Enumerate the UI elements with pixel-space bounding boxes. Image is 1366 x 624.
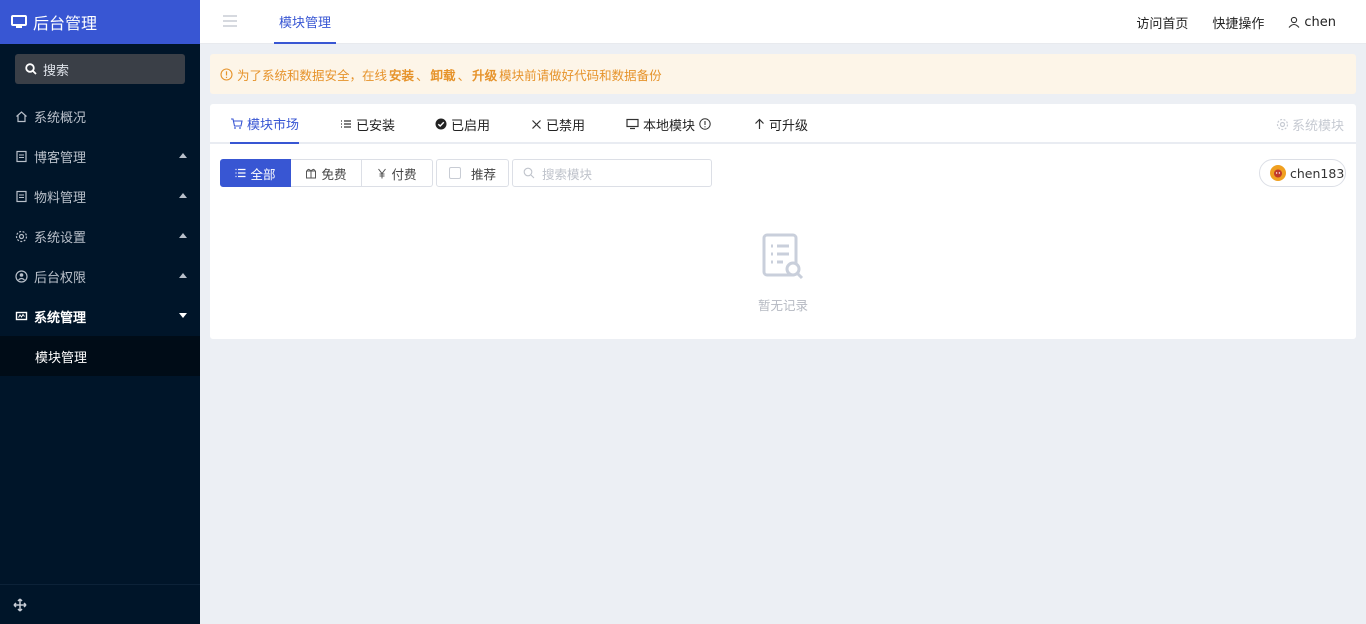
filter-all-label: 全部 — [250, 166, 276, 182]
hamburger-icon[interactable] — [222, 14, 238, 28]
gear-icon — [15, 230, 28, 242]
username: chen — [1304, 14, 1336, 30]
tab-enabled[interactable]: 已启用 — [435, 104, 490, 144]
alert-suffix: 模块前请做好代码和数据备份 — [499, 67, 662, 83]
sidebar-item-settings[interactable]: 系统设置 — [0, 216, 200, 256]
sidebar-item-label: 后台权限 — [34, 270, 87, 286]
brand-title: 后台管理 — [33, 14, 98, 33]
empty-text: 暂无记录 — [757, 298, 808, 313]
system-modules-label: 系统模块 — [1291, 118, 1344, 134]
sidebar-subitem-label: 模块管理 — [35, 350, 88, 366]
move-icon[interactable] — [13, 597, 27, 612]
cart-icon — [231, 117, 243, 129]
alert-upgrade: 升级 — [472, 67, 498, 83]
sidebar-item-label: 系统管理 — [34, 310, 87, 326]
list-icon — [341, 120, 351, 128]
avatar — [1270, 165, 1286, 181]
search-icon — [25, 63, 37, 75]
brand[interactable]: 后台管理 — [0, 0, 200, 44]
document-icon — [16, 150, 27, 162]
tab-label: 已禁用 — [546, 118, 586, 134]
tab-installed[interactable]: 已安装 — [340, 104, 395, 144]
info-circle-icon — [220, 67, 233, 81]
list-icon — [235, 168, 246, 178]
monitor-icon — [626, 118, 639, 130]
user-icon — [1288, 16, 1300, 28]
filter-free-label: 免费 — [321, 166, 347, 182]
chevron-up-icon — [179, 193, 187, 198]
alert-uninstall: 卸载 — [430, 67, 456, 83]
quick-ops-menu[interactable]: 快捷操作 — [1212, 13, 1264, 32]
user-menu[interactable]: chen — [1288, 15, 1336, 30]
checkbox-icon — [448, 167, 461, 179]
alert-install: 安装 — [389, 67, 415, 83]
warning-alert: 为了系统和数据安全，在线 安装、卸载、升级 模块前请做好代码和数据备份 — [210, 54, 1356, 94]
filter-all-button[interactable]: 全部 — [220, 159, 291, 187]
tab-label: 已安装 — [356, 118, 396, 134]
chevron-up-icon — [179, 153, 187, 158]
filter-toolbar: 全部 免费 付费 推荐 搜索模块 chen183 — [220, 159, 1346, 187]
sidebar-subitem-modules[interactable]: 模块管理 — [0, 336, 200, 376]
close-icon — [532, 119, 541, 129]
monitor-chart-icon — [15, 311, 28, 320]
filter-paid-label: 付费 — [391, 166, 417, 182]
visit-home-link[interactable]: 访问首页 — [1136, 13, 1188, 32]
system-modules-link[interactable]: 系统模块 — [1276, 104, 1344, 144]
sidebar-item-system[interactable]: 系统管理 — [0, 296, 200, 336]
tab-label: 已启用 — [451, 118, 491, 134]
alert-prefix: 为了系统和数据安全，在线 — [237, 67, 388, 83]
tab-label: 模块市场 — [247, 117, 300, 133]
arrow-up-icon — [755, 118, 764, 129]
empty-document-search-icon — [762, 233, 804, 280]
tab-module-management[interactable]: 模块管理 — [274, 0, 336, 44]
recommend-label: 推荐 — [470, 166, 496, 182]
sidebar: 后台管理 搜索 系统概况 博客管理 物料管理 系统设置 后台权限 系统管理 模块… — [0, 0, 200, 624]
module-tabs: 模块市场 已安装 已启用 已禁用 本地模块 可升级 系统模块 — [210, 104, 1356, 144]
alert-sep: 、 — [457, 67, 471, 83]
account-name: chen183 — [1290, 165, 1345, 181]
sidebar-item-label: 系统设置 — [34, 230, 87, 246]
chevron-up-icon — [179, 233, 187, 238]
account-chip[interactable]: chen183 — [1259, 159, 1346, 187]
tab-label: 可升级 — [769, 118, 809, 134]
tab-label: 本地模块 — [643, 118, 696, 134]
yen-icon — [378, 168, 387, 178]
filter-free-button[interactable]: 免费 — [291, 159, 362, 187]
alert-sep: 、 — [416, 67, 429, 83]
filter-paid-button[interactable]: 付费 — [362, 159, 433, 187]
home-icon — [16, 110, 27, 122]
tab-market[interactable]: 模块市场 — [230, 104, 299, 144]
sidebar-item-label: 系统概况 — [34, 110, 87, 126]
top-right-nav: 访问首页 快捷操作 chen — [1112, 0, 1336, 44]
tab-upgradable[interactable]: 可升级 — [754, 104, 808, 144]
info-circle-icon[interactable] — [699, 118, 711, 130]
chevron-up-icon — [179, 273, 187, 278]
check-circle-icon — [435, 118, 447, 130]
chevron-down-icon — [179, 313, 187, 318]
recommend-checkbox[interactable]: 推荐 — [436, 159, 509, 187]
document-icon — [16, 190, 27, 202]
monitor-icon — [11, 15, 27, 28]
module-search-placeholder: 搜索模块 — [542, 166, 593, 182]
module-panel: 模块市场 已安装 已启用 已禁用 本地模块 可升级 系统模块 全部 免费 付费 … — [210, 104, 1356, 339]
search-icon — [523, 167, 535, 179]
sidebar-item-label: 博客管理 — [34, 150, 87, 166]
price-filter-group: 全部 免费 付费 — [220, 159, 433, 187]
gear-icon — [1276, 118, 1289, 130]
tab-disabled[interactable]: 已禁用 — [531, 104, 585, 144]
sidebar-item-permissions[interactable]: 后台权限 — [0, 256, 200, 296]
tab-local[interactable]: 本地模块 — [626, 104, 715, 144]
module-search-input[interactable]: 搜索模块 — [512, 159, 712, 187]
sidebar-search-label: 搜索 — [43, 63, 70, 79]
sidebar-item-blog[interactable]: 博客管理 — [0, 136, 200, 176]
gift-icon — [306, 168, 317, 179]
sidebar-item-overview[interactable]: 系统概况 — [0, 96, 200, 136]
topbar: 模块管理 访问首页 快捷操作 chen — [200, 0, 1366, 44]
avatar-face-icon — [1274, 169, 1282, 178]
user-circle-icon — [15, 269, 28, 283]
sidebar-item-label: 物料管理 — [34, 190, 87, 206]
sidebar-search[interactable]: 搜索 — [15, 54, 185, 84]
sidebar-item-material[interactable]: 物料管理 — [0, 176, 200, 216]
sidebar-footer — [0, 584, 200, 624]
